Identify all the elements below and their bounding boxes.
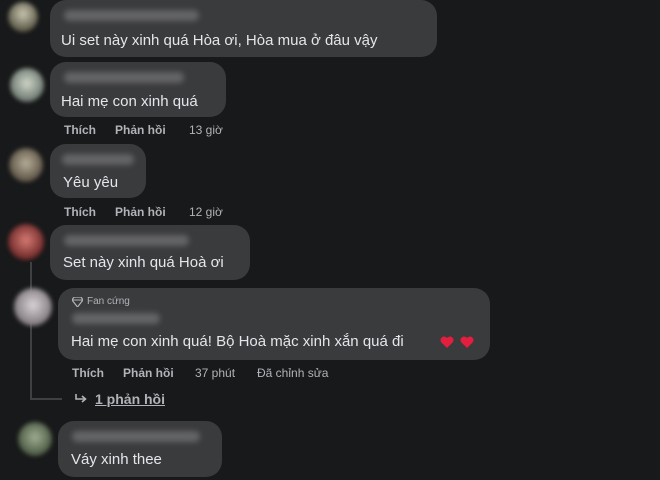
reply-arrow-icon: [75, 394, 87, 403]
comment-text: Váy xinh thee: [71, 451, 162, 468]
avatar[interactable]: [8, 224, 44, 260]
like-button[interactable]: Thích: [72, 366, 104, 380]
comment-bubble: Yêu yêu: [50, 144, 146, 198]
timestamp[interactable]: 12 giờ: [189, 205, 223, 219]
heart-icon: [440, 336, 454, 348]
like-button[interactable]: Thích: [64, 123, 96, 137]
comment-bubble: Váy xinh thee: [58, 421, 222, 477]
comment-bubble: Hai mẹ con xinh quá: [50, 62, 226, 117]
commenter-name[interactable]: [64, 10, 199, 21]
commenter-name[interactable]: [64, 72, 184, 83]
comment-text: Yêu yêu: [63, 174, 119, 191]
comment-bubble: Set này xinh quá Hoà ơi: [50, 225, 250, 280]
edited-label: Đã chỉnh sửa: [257, 366, 329, 380]
view-replies-label: 1 phản hồi: [95, 391, 165, 407]
heart-icon: [460, 336, 474, 348]
commenter-name[interactable]: [62, 154, 134, 165]
reply-button[interactable]: Phản hồi: [115, 205, 166, 219]
timestamp[interactable]: 37 phút: [195, 366, 235, 380]
thread-line-branch: [30, 398, 62, 400]
diamond-icon: [72, 297, 83, 307]
avatar[interactable]: [14, 288, 52, 326]
commenter-name[interactable]: [64, 235, 189, 246]
thread-line: [30, 262, 32, 398]
reply-button[interactable]: Phản hồi: [123, 366, 174, 380]
commenter-name[interactable]: [72, 431, 200, 442]
comment-text: Hai mẹ con xinh quá! Bộ Hoà mặc xinh xắn…: [71, 333, 404, 350]
avatar[interactable]: [18, 422, 52, 456]
reply-button[interactable]: Phản hồi: [115, 123, 166, 137]
comment-bubble: Ui set này xinh quá Hòa ơi, Hòa mua ở đâ…: [50, 0, 437, 57]
comment-text: Ui set này xinh quá Hòa ơi, Hòa mua ở đâ…: [61, 32, 378, 49]
comment-bubble: Fan cứng Hai mẹ con xinh quá! Bộ Hoà mặc…: [58, 288, 490, 360]
avatar[interactable]: [8, 2, 38, 32]
timestamp[interactable]: 13 giờ: [189, 123, 223, 137]
comment-text: Set này xinh quá Hoà ơi: [63, 254, 224, 271]
badge-label: Fan cứng: [87, 296, 130, 307]
avatar[interactable]: [9, 148, 43, 182]
avatar[interactable]: [10, 68, 44, 102]
comment-text: Hai mẹ con xinh quá: [61, 93, 198, 110]
commenter-name[interactable]: [72, 313, 160, 324]
like-button[interactable]: Thích: [64, 205, 96, 219]
